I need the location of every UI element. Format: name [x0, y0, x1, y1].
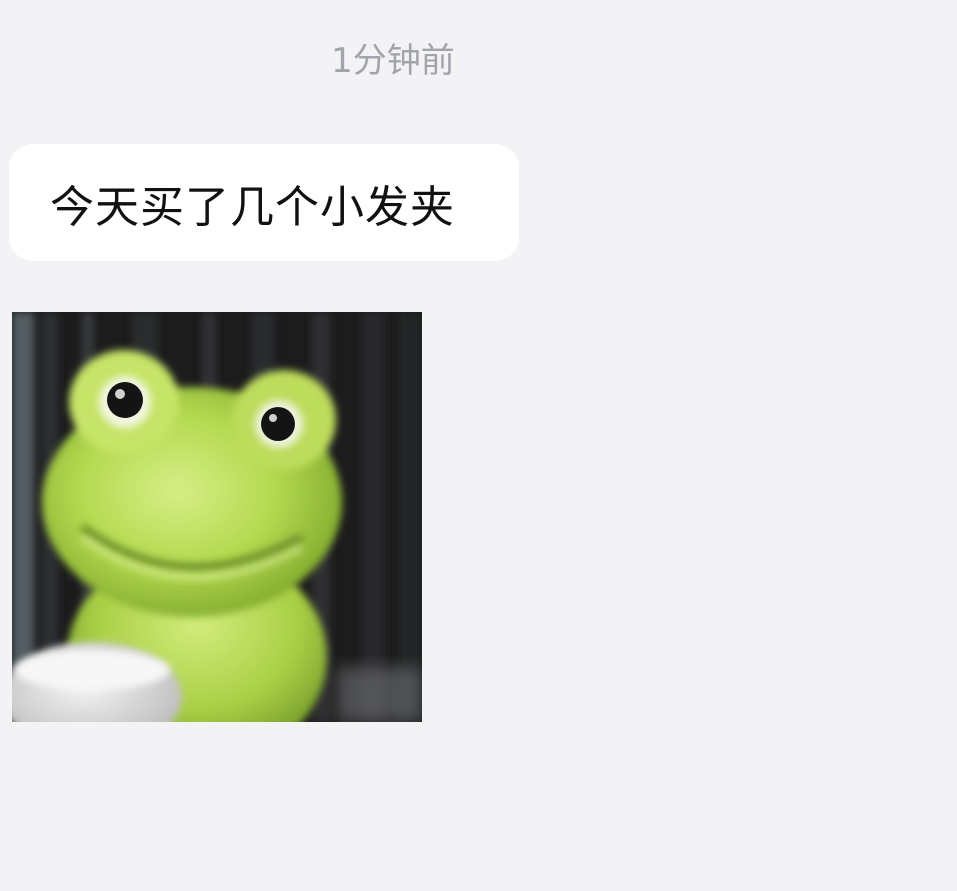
message-text: 今天买了几个小发夹	[50, 181, 455, 233]
frog-sticker-image[interactable]	[12, 312, 422, 722]
chat-view: 1分钟前 今天买了几个小发夹	[0, 0, 957, 891]
message-timestamp: 1分钟前	[331, 41, 455, 81]
frog-illustration	[12, 312, 422, 722]
message-bubble[interactable]: 今天买了几个小发夹	[9, 144, 519, 261]
